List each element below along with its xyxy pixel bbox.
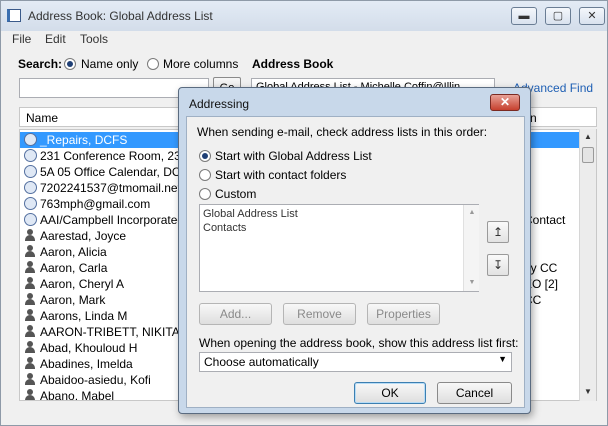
scroll-down-icon[interactable]: ▼ [582,386,594,398]
row-name: AAI/Campbell Incorporated [40,213,185,227]
list-item[interactable]: Global Address List [203,208,298,220]
remove-button[interactable]: Remove [283,303,356,325]
row-name: Aarons, Linda M [40,309,128,323]
order-instruction: When sending e-mail, check address lists… [197,125,488,139]
close-button[interactable]: ✕ [579,7,605,25]
row-name: Abaidoo-asiedu, Kofi [40,373,151,387]
name-only-radio[interactable] [64,58,76,70]
row-name: Aaron, Alicia [40,245,107,259]
start-contacts-label[interactable]: Start with contact folders [215,168,346,182]
address-lists-scrollbar[interactable]: ▲ ▼ [463,205,479,291]
start-global-radio[interactable] [199,150,211,162]
start-contacts-radio[interactable] [199,169,211,181]
globe-icon [24,165,37,178]
name-only-label[interactable]: Name only [81,57,138,71]
title-bar: Address Book: Global Address List ▬ ▢ ✕ [1,1,607,31]
row-name: Aaron, Carla [40,261,108,275]
globe-icon [24,149,37,162]
add-button[interactable]: Add... [199,303,272,325]
row-name: AARON-TRIBETT, NIKITA [40,325,180,339]
scroll-down-icon[interactable]: ▼ [466,277,478,289]
person-icon [24,261,37,274]
row-name: Aaron, Cheryl A [40,277,125,291]
list-scrollbar[interactable]: ▲ ▼ [579,129,596,401]
search-label: Search: [18,57,63,71]
address-lists-box[interactable]: Global Address List Contacts ▲ ▼ [199,204,479,292]
address-book-label: Address Book [252,57,334,71]
globe-icon [24,213,37,226]
person-icon [24,293,37,306]
dialog-close-button[interactable]: ✕ [490,94,520,111]
custom-label[interactable]: Custom [215,187,256,201]
person-icon [24,357,37,370]
scroll-up-icon[interactable]: ▲ [582,131,594,143]
person-icon [24,325,37,338]
move-down-button[interactable]: ↧ [487,254,509,276]
row-name: 7202241537@tmomail.net [40,181,181,195]
cancel-button[interactable]: Cancel [437,382,512,404]
start-global-label[interactable]: Start with Global Address List [215,149,372,163]
row-name: Aarestad, Joyce [40,229,127,243]
row-name: 231 Conference Room, 231 [40,149,188,163]
address-book-icon [7,9,21,22]
person-icon [24,245,37,258]
select-value: Choose automatically [204,355,319,369]
scroll-up-icon[interactable]: ▲ [466,207,478,219]
custom-radio[interactable] [199,188,211,200]
chevron-down-icon: ▼ [498,354,507,364]
row-name: 5A 05 Office Calendar, DCF [40,165,188,179]
person-icon [24,341,37,354]
row-name: Abadines, Imelda [40,357,133,371]
open-list-label: When opening the address book, show this… [199,336,519,350]
row-name: _Repairs, DCFS [40,133,128,147]
person-icon [24,389,37,400]
addressing-dialog: Addressing ✕ When sending e-mail, check … [178,87,531,414]
globe-icon [24,133,37,146]
ok-button[interactable]: OK [354,382,426,404]
column-header-name[interactable]: Name [26,111,58,125]
menu-file[interactable]: File [12,32,31,46]
dialog-title: Addressing [189,97,250,111]
more-columns-label[interactable]: More columns [163,57,238,71]
column-header-title[interactable]: n [530,111,537,125]
dialog-body: When sending e-mail, check address lists… [186,116,525,408]
row-name: Abano, Mabel [40,389,115,401]
person-icon [24,373,37,386]
row-name: Abad, Khouloud H [40,341,138,355]
globe-icon [24,197,37,210]
menu-bar: File Edit Tools [1,31,607,49]
list-item[interactable]: Contacts [203,222,246,234]
globe-icon [24,181,37,194]
row-name: 763mph@gmail.com [40,197,151,211]
scroll-thumb[interactable] [582,147,594,163]
window-title: Address Book: Global Address List [28,9,213,23]
minimize-button[interactable]: ▬ [511,7,537,25]
more-columns-radio[interactable] [147,58,159,70]
maximize-button[interactable]: ▢ [545,7,571,25]
menu-tools[interactable]: Tools [80,32,108,46]
person-icon [24,277,37,290]
properties-button[interactable]: Properties [367,303,440,325]
menu-edit[interactable]: Edit [45,32,66,46]
person-icon [24,309,37,322]
move-up-button[interactable]: ↥ [487,221,509,243]
first-address-list-select[interactable]: Choose automatically ▼ [199,352,512,372]
row-name: Aaron, Mark [40,293,106,307]
person-icon [24,229,37,242]
